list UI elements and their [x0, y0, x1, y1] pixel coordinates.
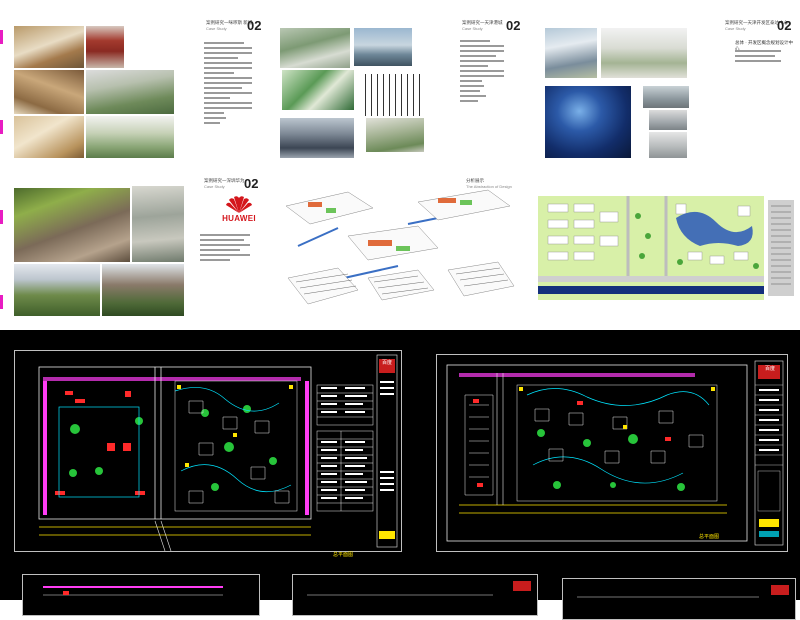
huawei-petal-icon: [224, 194, 254, 214]
huawei-wordmark: HUAWEI: [222, 214, 256, 223]
colored-master-plan: [538, 196, 794, 300]
campus-rendering: [366, 118, 424, 152]
spread-4-header: 案例研究一深圳华为 Case Study: [204, 178, 245, 189]
river-photo: [354, 28, 412, 66]
cad-drawing-1-badge: 百度: [381, 360, 392, 366]
spread-analysis: 分析展示 The Abstraction of Design: [278, 178, 528, 316]
spread-4-text-block: [200, 234, 250, 264]
huawei-logo: HUAWEI: [219, 194, 259, 223]
cad-drawing-left: 百度 总平面图: [14, 350, 402, 558]
spread-teda: 案例研究一天津开发区泰达中心 Case Study 02 总体 · 开发区概念规…: [545, 18, 795, 162]
rendering-aerial-1: [86, 70, 174, 114]
model-photo-1: [14, 26, 84, 68]
model-photo-3: [14, 116, 84, 158]
cad-drawing-right: 百度 总平面图: [436, 354, 788, 552]
master-plan-green: [282, 70, 354, 110]
analysis-diagrams: [285, 189, 515, 305]
plan-diagram: [360, 74, 422, 116]
spread-2-number: 02: [506, 18, 521, 33]
night-tower-rendering: [545, 86, 631, 158]
spread-1-header: 案例研究一咪啰斯 新城 Case Study: [206, 20, 253, 31]
spread-models: 案例研究一咪啰斯 新城 Case Study 02: [14, 18, 270, 162]
building-photo-1: [643, 86, 689, 108]
spread-2-text-block: [460, 40, 504, 105]
spread-4-number: 02: [244, 176, 259, 191]
spread-tianjin: 案例研究一天津港城 Case Study 02: [280, 18, 530, 162]
brochure-spreads-area: 案例研究一咪啰斯 新城 Case Study 02 案例研究一天津港城 Case…: [0, 0, 800, 318]
cad-drawing-bottom-1: [22, 574, 260, 616]
model-photo-2: [14, 70, 84, 114]
site-plan-aerial: [132, 186, 184, 262]
rendering-aerial-2: [86, 116, 174, 158]
spread-1-number: 02: [247, 18, 262, 33]
building-photo-2: [649, 110, 687, 130]
spread-3-text-block: [735, 50, 781, 65]
spread-master-plan: [538, 196, 796, 300]
massing-rendering: [601, 28, 687, 78]
magenta-edge-markers: [0, 0, 12, 318]
cad-drawings-area: 百度 总平面图 百度 总平面图: [0, 330, 800, 620]
office-photo: [280, 118, 354, 158]
spread-2-header: 案例研究一天津港城 Case Study: [462, 20, 503, 31]
building-photo-3: [649, 132, 687, 158]
building-photo: [86, 26, 124, 68]
aerial-towers: [545, 28, 597, 78]
courtyard-photo: [14, 188, 130, 262]
building-entrance-photo: [102, 264, 184, 316]
cad-drawing-2-badge: 百度: [764, 366, 775, 372]
spread-3-number: 02: [777, 18, 792, 33]
spread-huawei: 案例研究一深圳华为 Case Study 02 HUAWEI: [14, 176, 270, 316]
aerial-rendering: [280, 28, 350, 68]
cad-drawing-bottom-3: [562, 578, 796, 620]
cad-drawing-bottom-2: [292, 574, 538, 616]
cad-drawing-1-title: 总平面图: [333, 552, 354, 558]
spread-1-text-block: [204, 42, 252, 127]
cad-drawing-2-title: 总平面图: [699, 534, 720, 540]
landscape-photo: [14, 264, 100, 316]
